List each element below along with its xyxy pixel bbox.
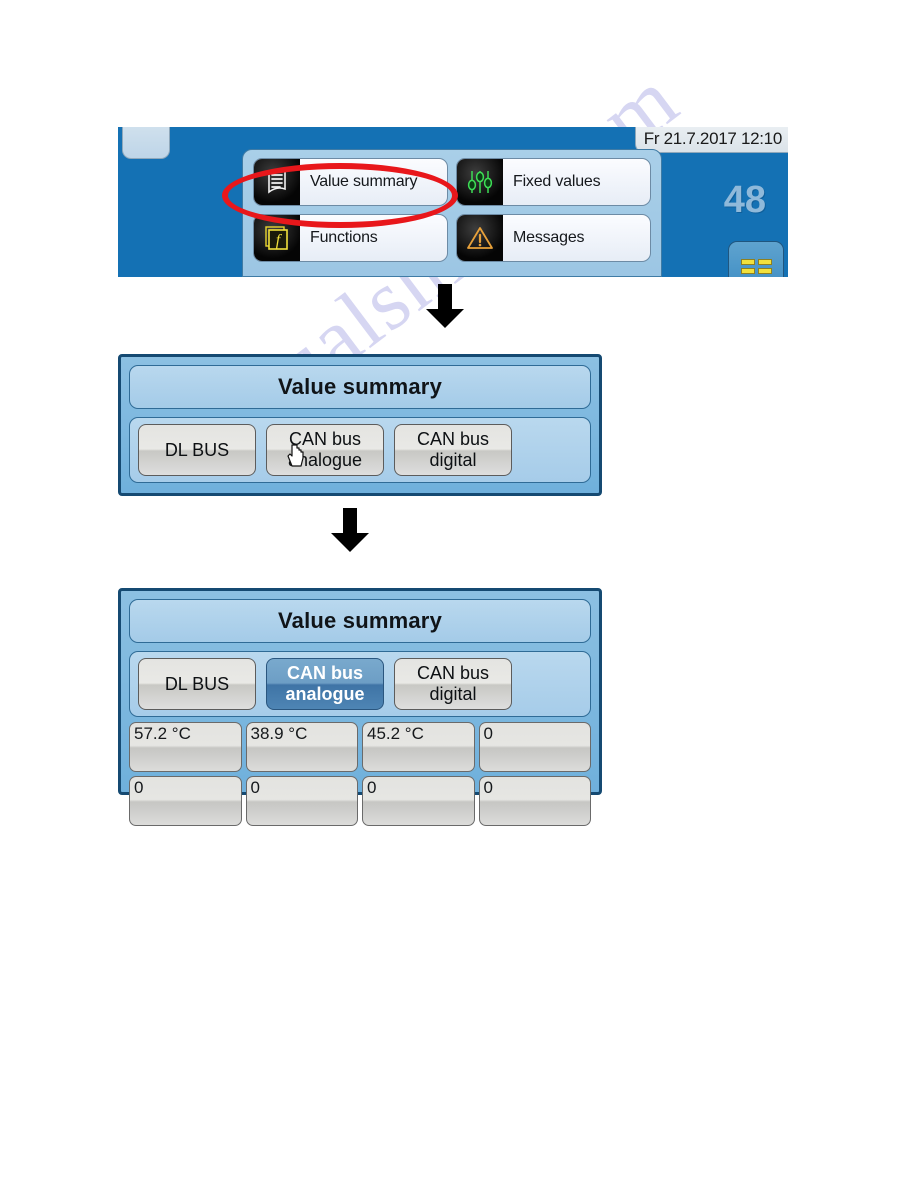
tab-label-line2: analogue (287, 450, 363, 470)
value-cell[interactable]: 57.2 °C (129, 722, 242, 772)
tab-label-line1: DL BUS (164, 673, 230, 694)
tab-can-bus-analogue[interactable]: CAN bus analogue (266, 658, 384, 710)
value-cell[interactable]: 38.9 °C (245, 722, 358, 772)
grid-widget-button[interactable] (728, 241, 784, 277)
menu-item-functions[interactable]: f Functions (253, 214, 448, 262)
menu-item-messages[interactable]: Messages (456, 214, 651, 262)
screen-title: Value summary (129, 365, 591, 409)
menu-item-label: Value summary (310, 173, 418, 190)
value-summary-screen-2: Value summary DL BUS CAN bus analogue CA… (118, 588, 602, 826)
value-cell[interactable]: 0 (245, 776, 358, 826)
grid-icon (740, 259, 772, 274)
back-tab-button[interactable] (122, 127, 170, 159)
flow-arrow-down-1 (421, 282, 469, 335)
bus-tab-bar: DL BUS CAN bus analogue CAN bus digital (129, 651, 591, 717)
flow-arrow-down-2 (326, 506, 374, 559)
value-cell[interactable]: 45.2 °C (362, 722, 475, 772)
tab-can-bus-analogue[interactable]: CAN bus analogue (266, 424, 384, 476)
tab-can-bus-digital[interactable]: CAN bus digital (394, 424, 512, 476)
menu-item-fixed-values[interactable]: Fixed values (456, 158, 651, 206)
value-cell[interactable]: 0 (362, 776, 475, 826)
tab-dl-bus[interactable]: DL BUS (138, 424, 256, 476)
main-menu-panel: Value summary Fixed values f Functions M… (242, 149, 662, 277)
menu-item-label: Fixed values (513, 173, 601, 190)
value-grid: 57.2 °C 38.9 °C 45.2 °C 0 0 0 0 0 (129, 722, 591, 826)
menu-item-label: Functions (310, 229, 378, 246)
tab-dl-bus[interactable]: DL BUS (138, 658, 256, 710)
tab-label-line1: CAN bus (286, 663, 363, 683)
value-summary-screen-1: Value summary DL BUS CAN bus analogue CA… (118, 354, 602, 496)
sliders-icon (457, 159, 503, 205)
value-cell[interactable]: 0 (129, 776, 242, 826)
function-f-icon: f (254, 215, 300, 261)
warning-triangle-icon (457, 215, 503, 261)
value-cell[interactable]: 0 (478, 776, 591, 826)
device-menu-screen: Fr 21.7.2017 12:10 48 Value summary Fixe… (118, 127, 788, 277)
value-cell[interactable]: 0 (478, 722, 591, 772)
page-root: manualshive.com Fr 21.7.2017 12:10 48 Va… (0, 0, 918, 1188)
tab-label-line2: digital (429, 684, 477, 704)
menu-item-value-summary[interactable]: Value summary (253, 158, 448, 206)
screen-title: Value summary (129, 599, 591, 643)
device-counter: 48 (723, 179, 766, 221)
bus-tab-bar: DL BUS CAN bus analogue CAN bus digital (129, 417, 591, 483)
tab-label-line1: CAN bus (288, 429, 361, 449)
tab-can-bus-digital[interactable]: CAN bus digital (394, 658, 512, 710)
menu-item-label: Messages (513, 229, 585, 246)
tab-label-line2: digital (429, 450, 477, 470)
tab-label-line1: CAN bus (416, 663, 490, 683)
tab-label-line1: DL BUS (164, 439, 230, 460)
datetime-display: Fr 21.7.2017 12:10 (634, 127, 788, 153)
document-list-icon (254, 159, 300, 205)
tab-label-line2: analogue (285, 684, 365, 704)
tab-label-line1: CAN bus (416, 429, 490, 449)
